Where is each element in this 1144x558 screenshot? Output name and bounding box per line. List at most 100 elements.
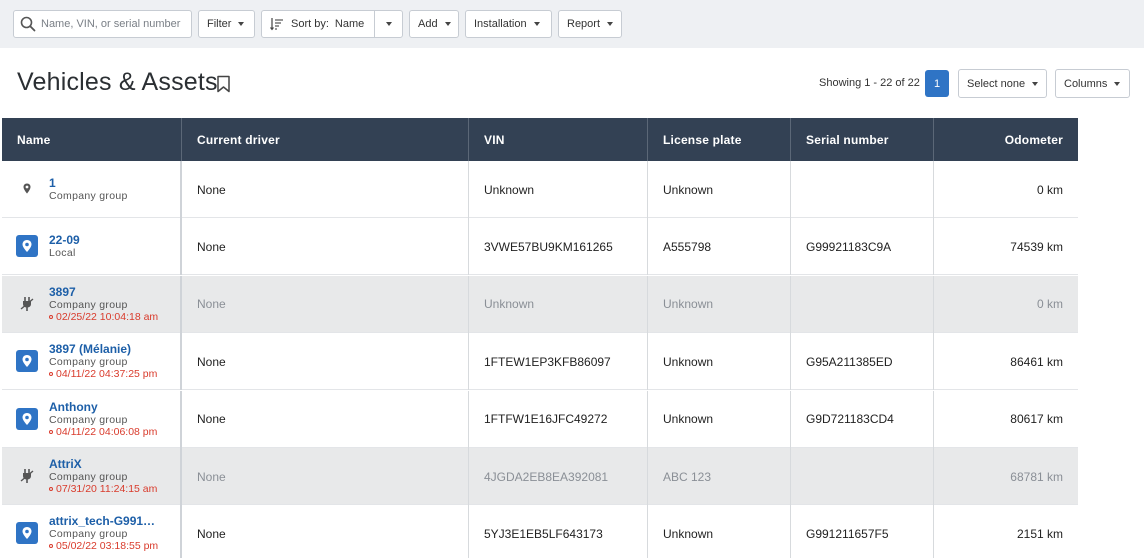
column-header-odometer[interactable]: Odometer [934, 118, 1078, 161]
license-plate-cell: Unknown [648, 275, 791, 333]
name-block: 1 Company group [49, 161, 128, 218]
odometer-cell: 80617 km [1010, 412, 1063, 427]
name-block: AttriX Company group 07/31/20 11:24:15 a… [49, 448, 157, 505]
installation-label: Installation [474, 18, 527, 30]
vehicle-group: Company group [49, 413, 128, 426]
serial-number-cell [791, 275, 934, 333]
serial-number-cell [791, 448, 934, 505]
column-header-name[interactable]: Name [2, 118, 182, 161]
driver-cell: None [182, 505, 469, 558]
table-row[interactable]: 3897 (Mélanie) Company group 04/11/22 04… [2, 333, 1078, 391]
license-plate-cell: ABC 123 [648, 448, 791, 505]
license-plate-cell: Unknown [648, 390, 791, 448]
name-block: 22-09 Local [49, 218, 80, 275]
status-dot-icon [49, 429, 53, 434]
vehicle-group: Local [49, 247, 76, 260]
toolbar: Filter Sort by: Name Add Installation [0, 0, 1144, 48]
odometer-cell: 68781 km [1010, 469, 1063, 484]
table-header: Name Current driver VIN License plate Se… [2, 118, 1078, 161]
chevron-down-icon [533, 22, 540, 26]
driver-cell: None [182, 390, 469, 448]
driver-cell: None [182, 448, 469, 505]
status-dot-icon [49, 372, 53, 377]
columns-label: Columns [1064, 77, 1108, 90]
last-communication-text: 05/02/22 03:18:55 pm [56, 540, 159, 553]
table-row[interactable]: AttriX Company group 07/31/20 11:24:15 a… [2, 448, 1078, 505]
table-row[interactable]: Anthony Company group 04/11/22 04:06:08 … [2, 390, 1078, 448]
last-communication-text: 07/31/20 11:24:15 am [56, 483, 158, 495]
report-button[interactable]: Report [558, 10, 622, 38]
installation-button[interactable]: Installation [465, 10, 552, 38]
search-box[interactable] [13, 10, 192, 38]
serial-number-cell: G9D721183CD4 [791, 390, 934, 448]
sort-direction-button[interactable] [374, 11, 402, 37]
vehicle-name-link[interactable]: AttriX [49, 458, 157, 471]
vehicle-name-link[interactable]: Anthony [49, 401, 157, 414]
chevron-down-icon [607, 22, 614, 26]
chevron-down-icon [385, 22, 392, 26]
select-none-button[interactable]: Select none [958, 69, 1047, 98]
vehicle-group: Company group [49, 356, 128, 369]
name-cell[interactable]: 1 Company group [2, 161, 182, 218]
sort-control: Sort by: Name [261, 10, 403, 38]
name-cell[interactable]: 3897 Company group 02/25/22 10:04:18 am [2, 275, 182, 333]
bookmark-icon[interactable] [216, 75, 231, 93]
column-header-serial-number[interactable]: Serial number [791, 118, 934, 161]
name-block: 3897 (Mélanie) Company group 04/11/22 04… [49, 333, 157, 390]
table-row[interactable]: 3897 Company group 02/25/22 10:04:18 am … [2, 275, 1078, 333]
add-button[interactable]: Add [409, 10, 459, 38]
name-block: 3897 Company group 02/25/22 10:04:18 am [49, 276, 158, 333]
name-block: Anthony Company group 04/11/22 04:06:08 … [49, 391, 157, 448]
name-cell[interactable]: Anthony Company group 04/11/22 04:06:08 … [2, 390, 182, 448]
column-header-license-plate[interactable]: License plate [648, 118, 791, 161]
odometer-cell: 86461 km [1010, 354, 1063, 369]
name-cell[interactable]: 3897 (Mélanie) Company group 04/11/22 04… [2, 333, 182, 391]
vin-cell: 4JGDA2EB8EA392081 [469, 448, 648, 505]
filter-button[interactable]: Filter [198, 10, 255, 38]
sort-prefix: Sort by: [291, 18, 329, 30]
vehicle-name-link[interactable]: 22-09 [49, 234, 80, 247]
search-input[interactable] [41, 14, 187, 34]
chevron-down-icon [1114, 81, 1121, 86]
last-communication-time: 04/11/22 04:06:08 pm [49, 426, 157, 438]
license-plate-cell: Unknown [648, 333, 791, 391]
table-row[interactable]: attrix_tech-G991… Company group 05/02/22… [2, 505, 1078, 558]
serial-number-cell [791, 161, 934, 218]
column-header-vin[interactable]: VIN [469, 118, 648, 161]
chevron-down-icon [1032, 81, 1039, 86]
odometer-cell: 74539 km [1010, 239, 1063, 254]
name-cell[interactable]: attrix_tech-G991… Company group 05/02/22… [2, 505, 182, 558]
showing-count: Showing 1 - 22 of 22 [819, 77, 920, 89]
name-block: attrix_tech-G991… Company group 05/02/22… [49, 505, 158, 558]
driver-cell: None [182, 275, 469, 333]
vehicle-name-link[interactable]: attrix_tech-G991… [49, 515, 158, 528]
page-button-current[interactable]: 1 [925, 70, 949, 97]
vehicle-name-link[interactable]: 3897 [49, 286, 158, 299]
status-dot-icon [49, 487, 53, 491]
sort-button[interactable]: Sort by: Name [262, 11, 374, 37]
unplugged-icon [16, 465, 38, 487]
vin-cell: 3VWE57BU9KM161265 [469, 218, 648, 276]
chevron-down-icon [238, 22, 245, 26]
last-communication-time: 02/25/22 10:04:18 am [49, 311, 158, 323]
columns-button[interactable]: Columns [1055, 69, 1130, 98]
vehicle-name-link[interactable]: 3897 (Mélanie) [49, 343, 157, 356]
license-plate-cell: Unknown [648, 505, 791, 558]
last-communication-text: 02/25/22 10:04:18 am [56, 310, 159, 323]
name-cell[interactable]: AttriX Company group 07/31/20 11:24:15 a… [2, 448, 182, 505]
chevron-down-icon [444, 22, 451, 26]
last-communication-time: 05/02/22 03:18:55 pm [49, 540, 158, 552]
name-cell[interactable]: 22-09 Local [2, 218, 182, 276]
vehicle-group: Company group [49, 298, 128, 311]
vehicle-group: Company group [49, 471, 128, 483]
last-communication-text: 04/11/22 04:37:25 pm [56, 368, 158, 381]
table-row[interactable]: 1 Company group None Unknown Unknown 0 k… [2, 161, 1078, 218]
serial-number-cell: G95A211385ED [791, 333, 934, 391]
license-plate-cell: Unknown [648, 161, 791, 218]
vin-cell: 5YJ3E1EB5LF643173 [469, 505, 648, 558]
location-pin-icon [16, 235, 38, 258]
column-header-current-driver[interactable]: Current driver [182, 118, 469, 161]
table-row[interactable]: 22-09 Local None 3VWE57BU9KM161265 A5557… [2, 218, 1078, 276]
vehicle-name-link[interactable]: 1 [49, 177, 128, 190]
serial-number-cell: G991211657F5 [791, 505, 934, 558]
